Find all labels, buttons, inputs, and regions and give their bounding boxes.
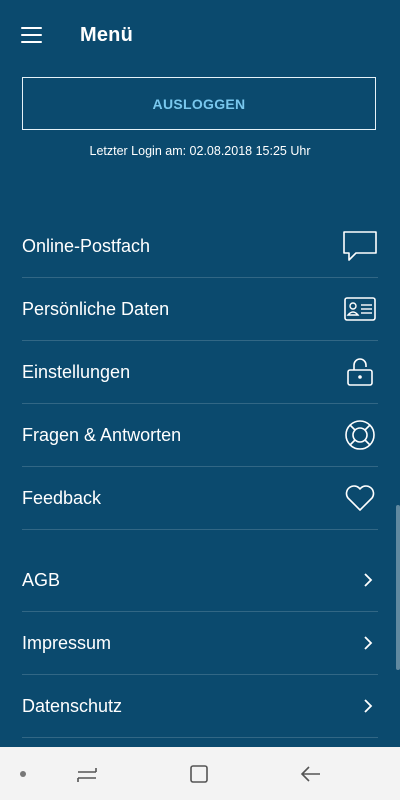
menu-item-einstellungen[interactable]: Einstellungen [22, 341, 378, 404]
link-label: AGB [22, 569, 61, 590]
top-bar: Menü [0, 0, 400, 72]
system-nav-bar [0, 747, 400, 800]
link-datenschutz[interactable]: Datenschutz [22, 675, 378, 738]
menu-item-persoenliche-daten[interactable]: Persönliche Daten [22, 278, 378, 341]
menu-item-label: Einstellungen [22, 361, 131, 382]
logout-button[interactable]: AUSLOGGEN [22, 77, 376, 130]
lifebuoy-icon [342, 418, 378, 452]
menu-item-online-postfach[interactable]: Online-Postfach [22, 215, 378, 278]
heart-icon [342, 481, 378, 515]
recents-icon[interactable] [70, 747, 104, 800]
back-icon[interactable] [294, 747, 328, 800]
home-icon[interactable] [182, 747, 216, 800]
menu-item-label: Persönliche Daten [22, 298, 170, 319]
page-title: Menü [80, 24, 134, 46]
menu-item-feedback[interactable]: Feedback [22, 467, 378, 530]
last-login-text: Letzter Login am: 02.08.2018 15:25 Uhr [89, 144, 311, 158]
link-label: Datenschutz [22, 695, 123, 716]
chat-bubble-icon [342, 229, 378, 263]
info-links: AGB Impressum Datenschutz [22, 549, 378, 738]
link-agb[interactable]: AGB [22, 549, 378, 612]
menu-item-label: Online-Postfach [22, 235, 151, 256]
dot-icon[interactable] [10, 747, 36, 800]
menu-item-fragen-antworten[interactable]: Fragen & Antworten [22, 404, 378, 467]
menu-item-label: Fragen & Antworten [22, 424, 182, 445]
main-menu: Online-Postfach Persönliche Daten Einste… [22, 215, 378, 530]
link-label: Impressum [22, 632, 112, 653]
scrollbar[interactable] [396, 505, 400, 670]
chevron-right-icon [358, 626, 378, 660]
chevron-right-icon [358, 563, 378, 597]
link-impressum[interactable]: Impressum [22, 612, 378, 675]
hamburger-icon[interactable] [21, 27, 42, 43]
id-card-icon [342, 292, 378, 326]
chevron-right-icon [358, 689, 378, 723]
lock-icon [342, 355, 378, 389]
menu-item-label: Feedback [22, 487, 102, 508]
